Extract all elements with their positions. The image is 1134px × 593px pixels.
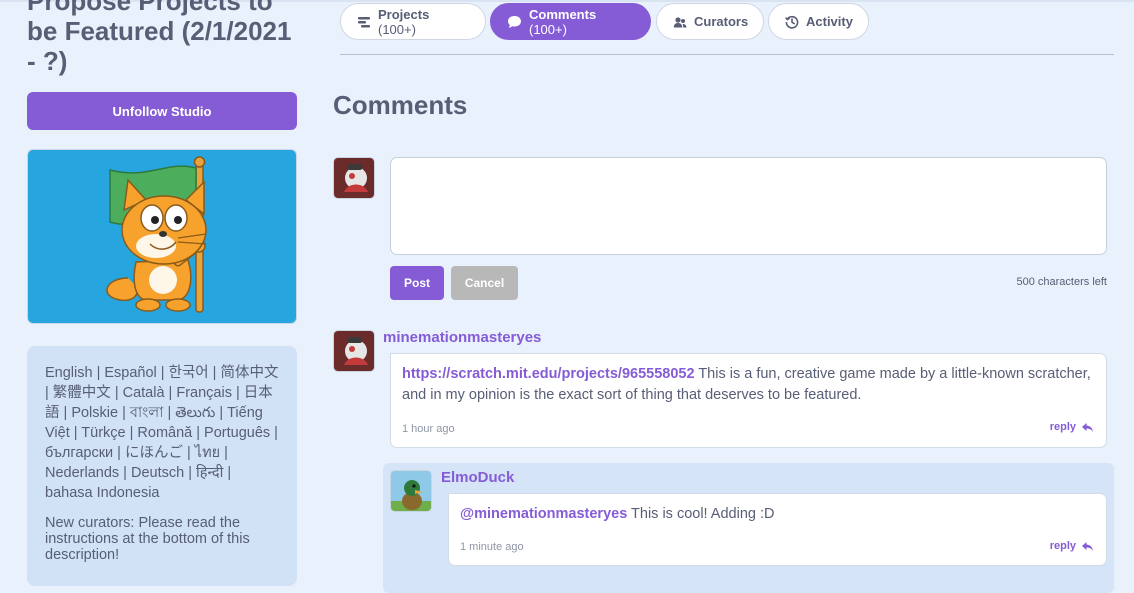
current-user-avatar[interactable]	[333, 157, 375, 199]
comments-heading: Comments	[333, 90, 468, 120]
comment-bubble: https://scratch.mit.edu/projects/9655580…	[390, 353, 1107, 448]
curators-icon	[673, 16, 687, 28]
description-languages: English | Español | 한국어 | 简体中文 | 繁體中文 | …	[45, 365, 279, 501]
reply-text: @minemationmasteryes This is cool! Addin…	[460, 506, 775, 522]
tab-projects-label: Projects	[378, 6, 430, 22]
comment-text: https://scratch.mit.edu/projects/9655580…	[402, 366, 1091, 403]
tabs-divider	[340, 54, 1114, 55]
studio-thumbnail	[27, 149, 297, 324]
reply-avatar[interactable]	[390, 470, 432, 512]
unfollow-studio-button[interactable]: Unfollow Studio	[27, 92, 297, 130]
tab-activity-label: Activity	[806, 14, 853, 29]
tab-curators-label: Curators	[694, 14, 749, 29]
reply-username[interactable]: ElmoDuck	[441, 469, 514, 486]
tab-projects-count: (100+)	[378, 21, 416, 37]
tab-comments[interactable]: Comments (100+)	[490, 3, 651, 40]
tab-projects[interactable]: Projects (100+)	[340, 3, 486, 40]
studio-description: English | Español | 한국어 | 简体中文 | 繁體中文 | …	[27, 346, 297, 586]
reply-timestamp: 1 minute ago	[460, 541, 524, 553]
projects-icon	[357, 16, 371, 28]
comment-project-link[interactable]: https://scratch.mit.edu/projects/9655580…	[402, 366, 695, 382]
activity-history-icon	[785, 15, 799, 29]
tab-comments-label: Comments	[529, 6, 597, 22]
tab-activity[interactable]: Activity	[768, 3, 869, 40]
reply-to-reply-button[interactable]: reply	[1050, 540, 1094, 552]
scratch-cat-flag-image	[106, 156, 207, 313]
comment-bubble-icon	[507, 15, 522, 29]
reply-mention[interactable]: @minemationmasteryes	[460, 506, 627, 522]
description-curators-note: New curators: Please read the instructio…	[45, 515, 250, 563]
tab-curators[interactable]: Curators	[656, 3, 764, 40]
comment-timestamp: 1 hour ago	[402, 423, 455, 435]
comment-username[interactable]: minemationmasteryes	[383, 329, 541, 346]
cancel-comment-button[interactable]: Cancel	[451, 266, 518, 300]
reply-button[interactable]: reply	[1050, 421, 1094, 433]
characters-left-counter: 500 characters left	[1016, 276, 1108, 288]
reply-arrow-icon	[1082, 422, 1093, 432]
tab-comments-count: (100+)	[529, 21, 567, 37]
studio-title: Propose Projects to be Featured (2/1/202…	[27, 0, 292, 76]
reply-arrow-icon	[1082, 541, 1093, 551]
comment-avatar[interactable]	[333, 330, 375, 372]
reply-bubble: @minemationmasteryes This is cool! Addin…	[448, 493, 1107, 566]
post-comment-button[interactable]: Post	[390, 266, 444, 300]
comment-compose-input[interactable]	[390, 157, 1107, 255]
